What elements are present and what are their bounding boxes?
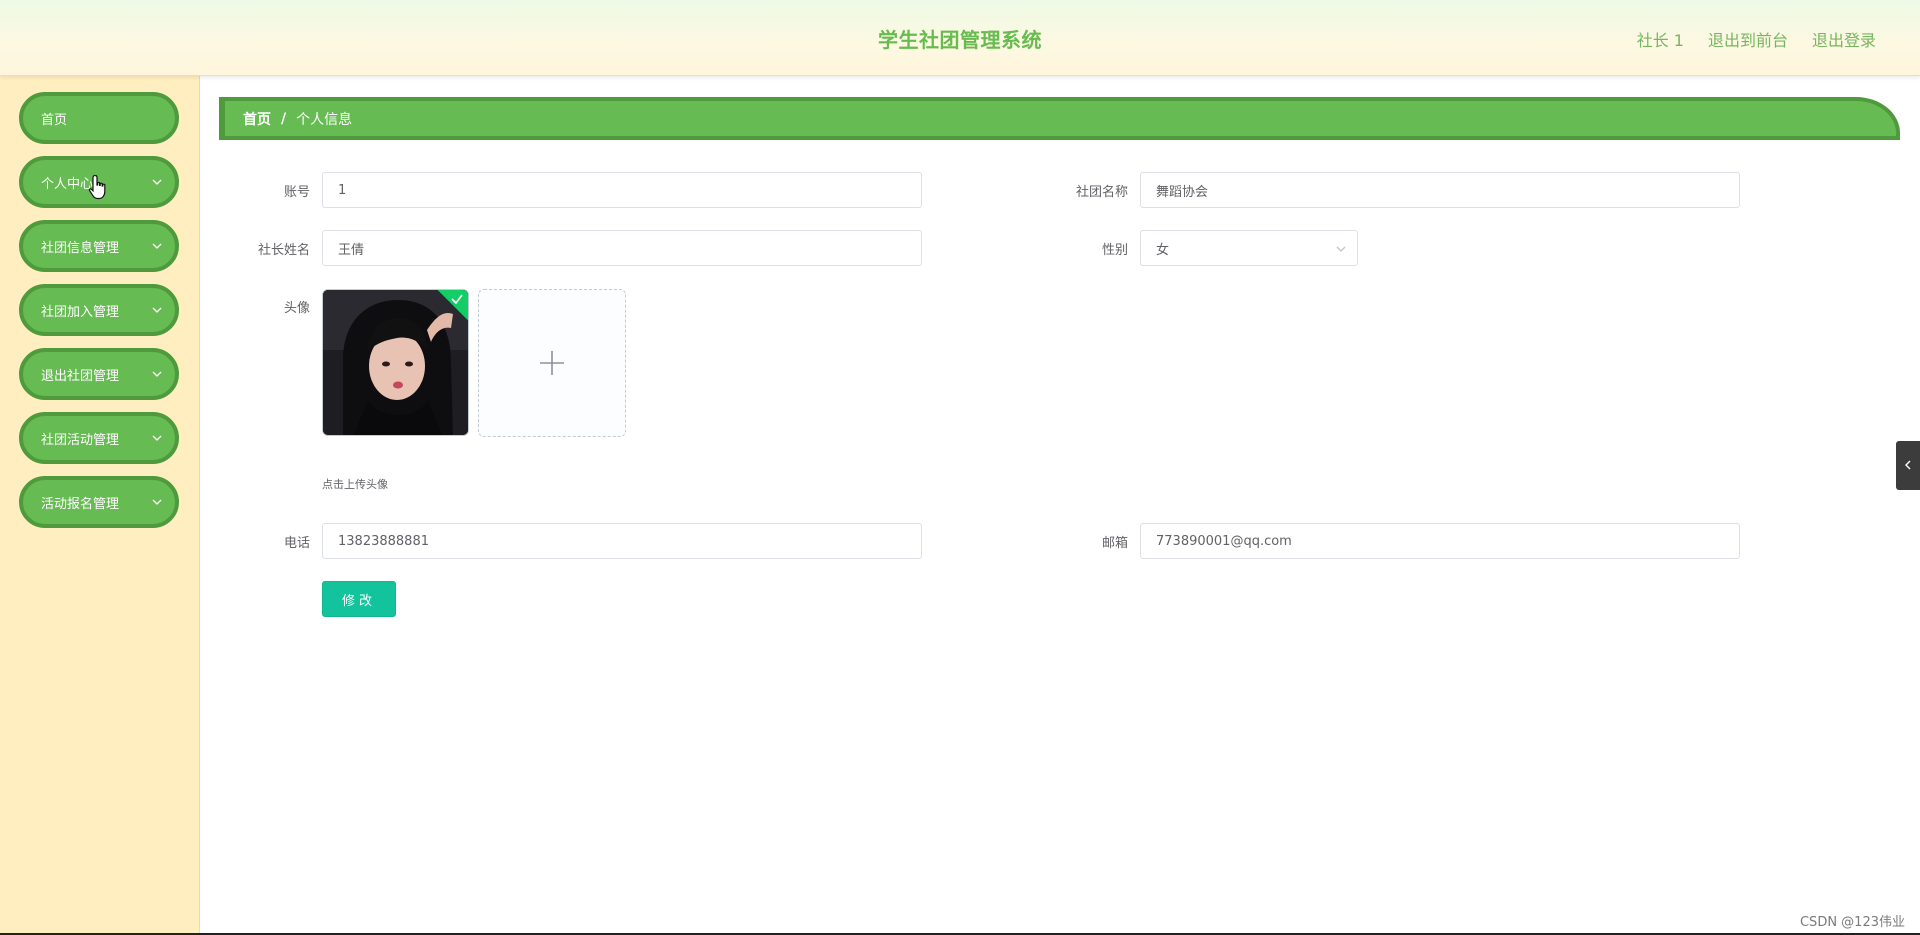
club-name-value: 舞蹈协会 (1156, 184, 1209, 200)
sidebar-item-label: 个人中心 (41, 176, 94, 192)
email-label: 邮箱 (1101, 536, 1128, 551)
phone-value: 13823888881 (338, 533, 429, 549)
avatar-image (323, 290, 468, 435)
avatar-label: 头像 (283, 301, 310, 316)
account-input[interactable]: 1 (322, 172, 922, 208)
sidebar: 首页 个人中心 社团信息管理 社团加入管理 退出社团管理 社团活动管理 活动报名… (0, 76, 200, 935)
leader-name-value: 王倩 (338, 242, 365, 258)
email-value: 773890001@qq.com (1156, 533, 1292, 549)
club-name-input[interactable]: 舞蹈协会 (1140, 172, 1740, 208)
sidebar-item-label: 社团活动管理 (41, 432, 120, 448)
system-title: 学生社团管理系统 (878, 28, 1042, 52)
chevron-down-icon (152, 435, 162, 441)
sidebar-item-label: 活动报名管理 (41, 496, 120, 512)
sidebar-item-club-exit[interactable]: 退出社团管理 (19, 348, 179, 400)
chevron-down-icon (152, 243, 162, 249)
sidebar-item-label: 社团加入管理 (41, 304, 120, 320)
gender-label: 性别 (1101, 243, 1128, 258)
breadcrumb-separator: / (281, 110, 287, 127)
check-icon (451, 294, 463, 305)
avatar-preview[interactable] (322, 289, 469, 436)
sidebar-item-home[interactable]: 首页 (19, 92, 179, 144)
sidebar-item-club-activity[interactable]: 社团活动管理 (19, 412, 179, 464)
account-label: 账号 (283, 185, 310, 200)
hand-cursor-icon (88, 174, 106, 200)
breadcrumb-home[interactable]: 首页 (243, 109, 271, 129)
leader-name-label: 社长姓名 (257, 243, 310, 258)
submit-button[interactable]: 修改 (322, 581, 396, 617)
leader-name-input[interactable]: 王倩 (322, 230, 922, 266)
account-value: 1 (338, 182, 347, 198)
watermark: CSDN @123伟业 (1799, 915, 1905, 930)
breadcrumb-current: 个人信息 (296, 111, 353, 128)
sidebar-item-label: 社团信息管理 (41, 240, 120, 256)
sidebar-item-club-join[interactable]: 社团加入管理 (19, 284, 179, 336)
phone-input[interactable]: 13823888881 (322, 523, 922, 559)
user-role-link[interactable]: 社长 1 (1637, 27, 1684, 51)
chevron-down-icon (152, 499, 162, 505)
avatar-upload-button[interactable] (478, 289, 626, 437)
club-name-label: 社团名称 (1075, 185, 1128, 200)
chevron-down-icon (152, 179, 162, 185)
chevron-down-icon (152, 371, 162, 377)
sidebar-item-label: 退出社团管理 (41, 368, 120, 384)
sidebar-item-activity-signup[interactable]: 活动报名管理 (19, 476, 179, 528)
side-panel-toggle[interactable] (1896, 441, 1920, 490)
upload-tip: 点击上传头像 (322, 478, 388, 491)
plus-icon (540, 351, 564, 375)
chevron-down-icon (152, 307, 162, 313)
gender-select[interactable]: 女 (1140, 230, 1358, 266)
email-input[interactable]: 773890001@qq.com (1140, 523, 1740, 559)
chevron-down-icon (1336, 246, 1346, 252)
sidebar-item-label: 首页 (41, 112, 68, 128)
back-to-front-link[interactable]: 退出到前台 (1708, 27, 1788, 51)
sidebar-item-club-info[interactable]: 社团信息管理 (19, 220, 179, 272)
logout-link[interactable]: 退出登录 (1812, 27, 1876, 51)
breadcrumb: 首页 / 个人信息 (219, 97, 1900, 140)
header-links: 社长 1 退出到前台 退出登录 (1637, 27, 1876, 51)
gender-value: 女 (1156, 242, 1170, 258)
chevron-left-icon (1905, 460, 1911, 470)
top-header: 学生社团管理系统 社长 1 退出到前台 退出登录 (0, 0, 1920, 76)
phone-label: 电话 (283, 536, 310, 551)
